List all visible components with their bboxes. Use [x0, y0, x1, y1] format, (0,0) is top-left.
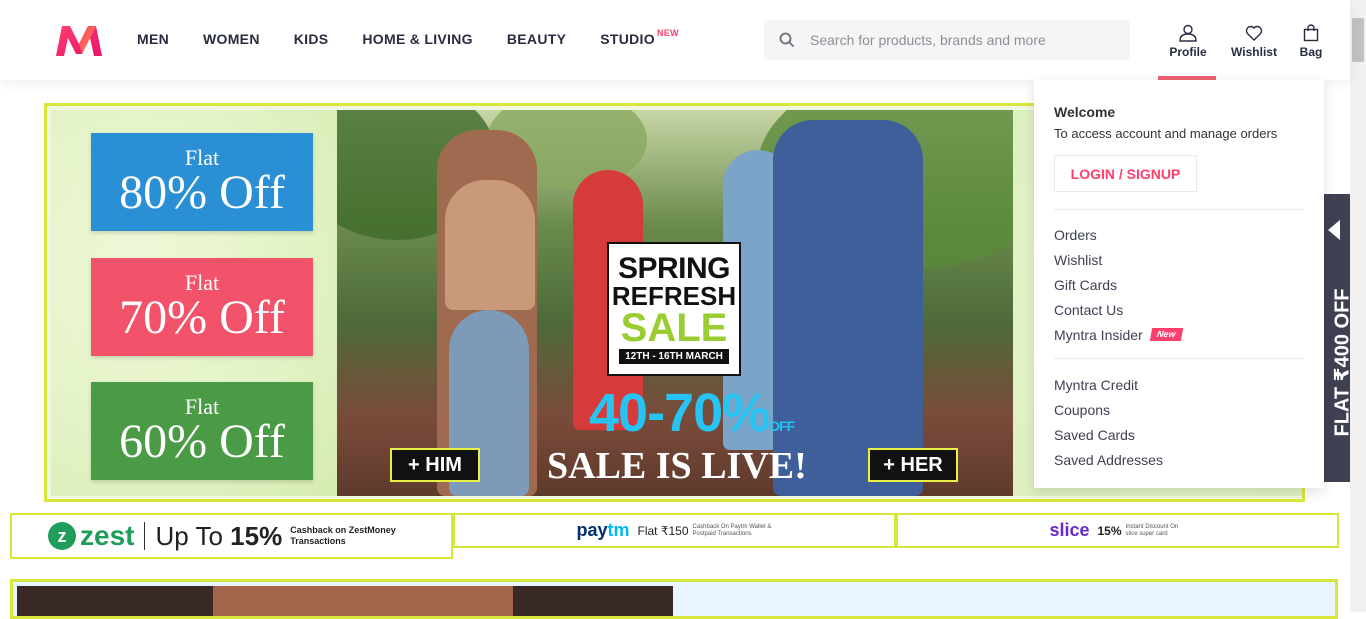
zest-small-text: Cashback on ZestMoney Transactions [290, 525, 396, 546]
menu-saved-addresses[interactable]: Saved Addresses [1054, 450, 1304, 475]
menu-myntra-insider[interactable]: Myntra Insider New [1054, 325, 1304, 350]
model-dress [773, 120, 923, 496]
sale-live-text: SALE IS LIVE! [547, 445, 807, 487]
profile-icon [1179, 24, 1197, 42]
menu-myntra-insider-label: Myntra Insider [1054, 327, 1143, 343]
zest-logo: z zest [48, 520, 134, 552]
slice-small-text: Instant Discount On slice super card [1125, 523, 1179, 537]
bag-button[interactable]: Bag [1288, 24, 1334, 59]
offer-pct: 70% Off [119, 291, 285, 344]
paytm-offer[interactable]: paytm Flat ₹150 Cashback On Paytm Wallet… [453, 513, 896, 548]
zest-offer-text: Up To 15% [155, 521, 282, 552]
menu-saved-cards[interactable]: Saved Cards [1054, 425, 1304, 450]
discount-range: 40-70%OFF [589, 382, 795, 444]
menu-coupons[interactable]: Coupons [1054, 400, 1304, 425]
slice-offer-text: 15% [1097, 523, 1122, 538]
profile-dropdown: Welcome To access account and manage ord… [1034, 80, 1324, 488]
paytm-logo: paytm [576, 520, 629, 541]
zest-up-to: Up To [155, 520, 223, 551]
zest-offer[interactable]: z zest Up To 15% Cashback on ZestMoney T… [10, 513, 453, 559]
him-button[interactable]: + HIM [390, 448, 480, 482]
header-actions: Profile Wishlist Bag [1162, 24, 1334, 59]
bag-label: Bag [1299, 45, 1323, 59]
spring-sale-badge: SPRING REFRESH SALE 12TH - 16TH MARCH [607, 242, 741, 376]
nav-kids[interactable]: KIDS [294, 31, 329, 47]
hero-image[interactable]: SPRING REFRESH SALE 12TH - 16TH MARCH 40… [337, 110, 1013, 496]
slice-logo: slice [1049, 520, 1090, 540]
nav-studio-label: STUDIO [600, 31, 655, 47]
search-icon[interactable] [764, 32, 810, 48]
search-input[interactable] [810, 32, 1110, 48]
paytm-brand-a: pay [576, 520, 608, 540]
bag-icon [1303, 24, 1319, 42]
slice-offer[interactable]: slice 15% Instant Discount On slice supe… [896, 513, 1339, 548]
wishlist-label: Wishlist [1231, 45, 1277, 59]
divider [1054, 209, 1304, 210]
discount-range-value: 40-70% [589, 383, 770, 443]
paytm-offer-text: Flat ₹150 [637, 523, 689, 538]
search-bar [764, 20, 1130, 60]
menu-orders[interactable]: Orders [1054, 225, 1304, 250]
nav-beauty[interactable]: BEAUTY [507, 31, 566, 47]
zest-brand: zest [80, 520, 135, 551]
divider [1054, 358, 1304, 359]
her-button[interactable]: + HER [868, 448, 958, 482]
nav-men[interactable]: MEN [137, 31, 169, 47]
nav-women[interactable]: WOMEN [203, 31, 260, 47]
page-scrollbar[interactable] [1350, 0, 1366, 612]
nav-new-badge: NEW [657, 28, 679, 38]
menu-gift-cards[interactable]: Gift Cards [1054, 275, 1304, 300]
offer-pct: 80% Off [119, 166, 285, 219]
chevron-left-icon[interactable] [1328, 220, 1340, 240]
profile-label: Profile [1169, 45, 1207, 59]
secondary-banner[interactable] [10, 579, 1338, 619]
myntra-logo[interactable] [54, 22, 104, 58]
offer-pct: 60% Off [119, 415, 285, 468]
discount-suffix: OFF [769, 418, 795, 434]
login-signup-button[interactable]: LOGIN / SIGNUP [1054, 155, 1197, 192]
wishlist-button[interactable]: Wishlist [1218, 24, 1290, 59]
sale-dates: 12TH - 16TH MARCH [619, 348, 729, 364]
sale-line3: SALE [620, 305, 728, 350]
sale-line1: SPRING [617, 251, 731, 285]
offer-70[interactable]: Flat 70% Off [91, 258, 313, 356]
new-badge: New [1149, 328, 1183, 341]
divider [144, 522, 146, 550]
offers-panel: Flat 80% Off Flat 70% Off Flat 60% Off [51, 110, 339, 496]
offer-80[interactable]: Flat 80% Off [91, 133, 313, 231]
profile-button[interactable]: Profile [1162, 24, 1214, 59]
header: MEN WOMEN KIDS HOME & LIVING BEAUTY STUD… [0, 0, 1350, 80]
menu-wishlist[interactable]: Wishlist [1054, 250, 1304, 275]
nav-studio[interactable]: STUDIO NEW [600, 28, 678, 47]
paytm-brand-b: tm [607, 520, 630, 540]
zest-pct: 15% [230, 520, 283, 551]
dropdown-welcome: Welcome [1054, 104, 1116, 120]
nav-home-living[interactable]: HOME & LIVING [362, 31, 472, 47]
sale-line2: REFRESH [611, 280, 737, 311]
paytm-small-text: Cashback On Paytm Wallet & Postpaid Tran… [692, 523, 772, 537]
flat-off-side-tab[interactable]: FLAT ₹400 OFF [1324, 194, 1354, 482]
dropdown-subtitle: To access account and manage orders [1054, 126, 1278, 141]
heart-icon [1245, 25, 1263, 41]
model-shirt [445, 180, 535, 310]
main-nav: MEN WOMEN KIDS HOME & LIVING BEAUTY STUD… [137, 28, 689, 47]
scrollbar-thumb[interactable] [1352, 18, 1364, 62]
zest-icon: z [48, 522, 76, 550]
offer-60[interactable]: Flat 60% Off [91, 382, 313, 480]
menu-myntra-credit[interactable]: Myntra Credit [1054, 375, 1304, 400]
menu-contact-us[interactable]: Contact Us [1054, 300, 1304, 325]
